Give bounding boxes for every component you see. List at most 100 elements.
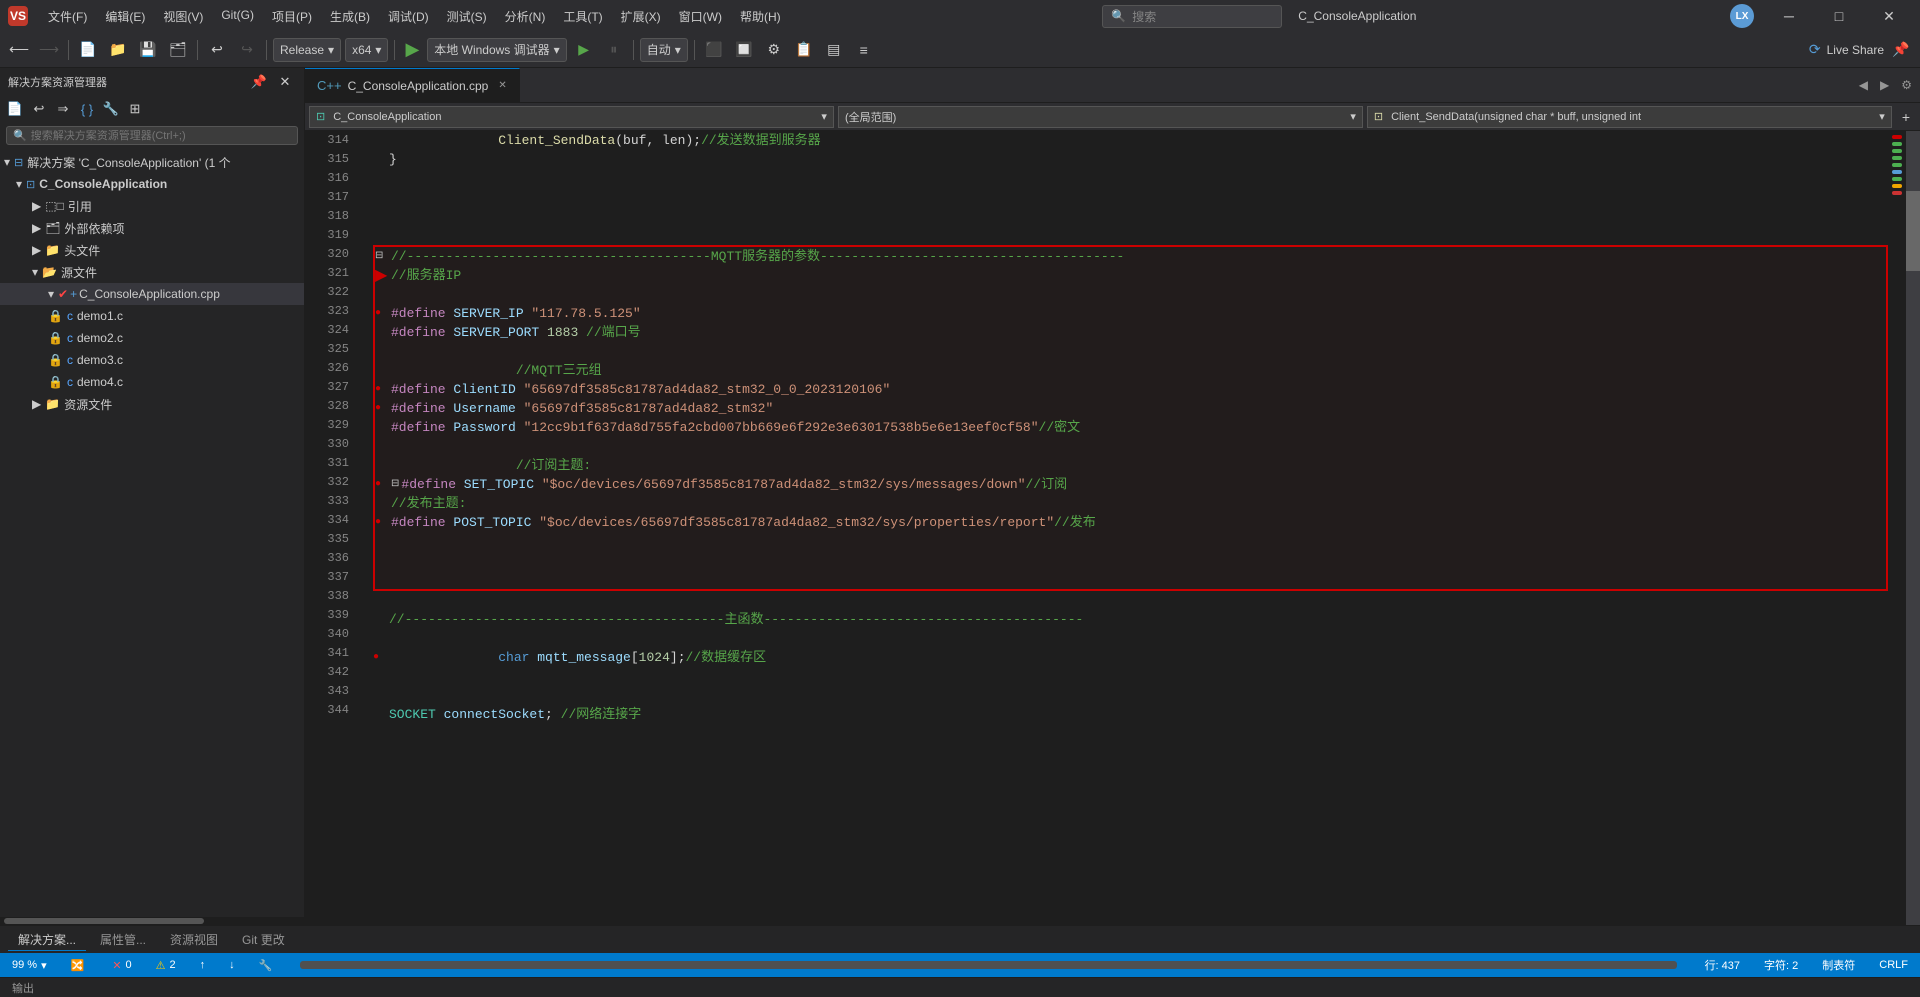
menu-edit[interactable]: 编辑(E) (97, 6, 153, 27)
bottom-tab-properties[interactable]: 属性管... (90, 929, 156, 950)
save-all-button[interactable]: 🗂 (165, 37, 191, 63)
menu-extensions[interactable]: 扩展(X) (613, 6, 669, 27)
tab-close-button[interactable]: ✕ (498, 80, 506, 91)
sidebar-search-box[interactable]: 🔍 (6, 126, 298, 145)
redo-button[interactable]: ↪ (234, 37, 260, 63)
run-target-dropdown[interactable]: 本地 Windows 调试器 ▾ (427, 38, 566, 62)
close-button[interactable]: ✕ (1866, 0, 1912, 32)
release-dropdown[interactable]: Release ▾ (273, 38, 341, 62)
auto-dropdown[interactable]: 自动 ▾ (640, 38, 688, 62)
status-tools[interactable]: 🔧 (255, 953, 277, 977)
minimize-button[interactable]: ─ (1766, 0, 1812, 32)
toolbar-extra-1[interactable]: ⬛ (701, 37, 727, 63)
sidebar-tb-4[interactable]: 🔧 (100, 98, 122, 120)
status-col[interactable]: 字符: 2 (1760, 953, 1802, 977)
arch-dropdown[interactable]: x64 ▾ (345, 38, 388, 62)
tree-item-external[interactable]: ▶ 🗂 外部依赖项 (0, 217, 304, 239)
sidebar-search-input[interactable] (31, 130, 231, 142)
menu-debug[interactable]: 调试(D) (380, 6, 437, 27)
bottom-tab-solution[interactable]: 解决方案... (8, 929, 86, 951)
tree-project[interactable]: ▾ ⊡ C_ConsoleApplication (0, 173, 304, 195)
tab-settings[interactable]: ⚙ (1897, 74, 1916, 96)
status-warnings[interactable]: ⚠ 2 (152, 953, 180, 977)
maximize-button[interactable]: □ (1816, 0, 1862, 32)
tree-item-demo1[interactable]: 🔒 c demo1.c (0, 305, 304, 327)
tree-item-ref[interactable]: ▶ ⬚□ 引用 (0, 195, 304, 217)
toolbar-extra-2[interactable]: 🔲 (731, 37, 757, 63)
user-avatar[interactable]: LX (1730, 4, 1754, 28)
toolbar-extra-6[interactable]: ≡ (851, 37, 877, 63)
menu-help[interactable]: 帮助(H) (732, 6, 789, 27)
status-encoding[interactable]: 制表符 (1818, 953, 1859, 977)
toolbar-extra-3[interactable]: ⚙ (761, 37, 787, 63)
tree-item-demo4[interactable]: 🔒 c demo4.c (0, 371, 304, 393)
collapse-332[interactable]: ⊟ (391, 475, 399, 494)
menu-tools[interactable]: 工具(T) (555, 6, 610, 27)
menu-git[interactable]: Git(G) (213, 6, 262, 27)
sidebar-tb-3[interactable]: ⇒ (52, 98, 74, 120)
bp-341[interactable]: ● (373, 648, 389, 667)
status-git[interactable]: 🔀 (67, 953, 93, 977)
tab-scroll-left[interactable]: ◀ (1855, 74, 1872, 96)
tree-item-demo3[interactable]: 🔒 c demo3.c (0, 349, 304, 371)
sidebar-tb-code[interactable]: { } (76, 98, 98, 120)
code-line-329: #define Password "12cc9b1f637da8d755fa2c… (375, 418, 1886, 437)
nav-add-button[interactable]: + (1896, 107, 1916, 127)
tree-item-source[interactable]: ▾ 📂 源文件 (0, 261, 304, 283)
collapse-arrow-320[interactable]: ⊟ (375, 247, 391, 266)
new-file-button[interactable]: 📄 (75, 37, 101, 63)
status-line-ending[interactable]: CRLF (1875, 953, 1912, 977)
forward-button[interactable]: ⟶ (36, 37, 62, 63)
sidebar-tb-1[interactable]: 📄 (4, 98, 26, 120)
tree-solution[interactable]: ▾ ⊟ 解决方案 'C_ConsoleApplication' (1 个 (0, 151, 304, 173)
tree-item-cpp[interactable]: ▾ ✔ + C_ConsoleApplication.cpp (0, 283, 304, 305)
menu-test[interactable]: 测试(S) (439, 6, 495, 27)
bottom-tab-resource[interactable]: 资源视图 (160, 929, 228, 950)
live-share[interactable]: ⟳ Live Share (1809, 41, 1884, 58)
tree-item-header[interactable]: ▶ 📁 头文件 (0, 239, 304, 261)
sidebar-pin-button[interactable]: 📌 (248, 71, 270, 93)
editor-scrollbar[interactable] (1906, 131, 1920, 925)
run-button[interactable]: ▶ (405, 39, 419, 60)
nav-class-dropdown[interactable]: ⊡ C_ConsoleApplication ▾ (309, 106, 834, 128)
bottom-tab-git[interactable]: Git 更改 (232, 929, 295, 950)
bp-327[interactable]: ● (375, 380, 391, 399)
save-button[interactable]: 💾 (135, 37, 161, 63)
status-row[interactable]: 行: 437 (1701, 953, 1744, 977)
bp-323[interactable]: ● (375, 304, 391, 323)
sidebar-scrollbar[interactable] (0, 917, 304, 925)
sidebar-tb-5[interactable]: ⊞ (124, 98, 146, 120)
tree-item-demo2[interactable]: 🔒 c demo2.c (0, 327, 304, 349)
menu-window[interactable]: 窗口(W) (671, 6, 730, 27)
menu-file[interactable]: 文件(F) (40, 6, 95, 27)
status-zoom[interactable]: 99 % ▾ (8, 953, 51, 977)
sidebar-collapse-button[interactable]: ✕ (274, 71, 296, 93)
menu-build[interactable]: 生成(B) (322, 6, 378, 27)
code-content[interactable]: Client_SendData(buf, len);//发送数据到服务器 } ⊟… (365, 131, 1888, 925)
pause-button[interactable]: ⏸ (601, 37, 627, 63)
nav-scope-dropdown[interactable]: (全局范围) ▾ (838, 106, 1363, 128)
bp-332[interactable]: ● (375, 475, 391, 494)
sidebar-tb-2[interactable]: ↩ (28, 98, 50, 120)
back-button[interactable]: ⟵ (6, 37, 32, 63)
editor-scrollbar-thumb[interactable] (1906, 191, 1920, 271)
toolbar-pin-button[interactable]: 📌 (1888, 37, 1914, 63)
run-secondary-button[interactable]: ▶ (571, 37, 597, 63)
menu-project[interactable]: 项目(P) (264, 6, 320, 27)
status-nav-up[interactable]: ↑ (196, 953, 210, 977)
toolbar-extra-5[interactable]: ▤ (821, 37, 847, 63)
menu-analyze[interactable]: 分析(N) (497, 6, 554, 27)
menu-view[interactable]: 视图(V) (155, 6, 211, 27)
bp-328[interactable]: ● (375, 399, 391, 418)
tab-scroll-right[interactable]: ▶ (1876, 74, 1893, 96)
toolbar-extra-4[interactable]: 📋 (791, 37, 817, 63)
title-bar-search[interactable]: 🔍 搜索 (1102, 5, 1282, 28)
tree-item-resource[interactable]: ▶ 📁 资源文件 (0, 393, 304, 415)
status-errors[interactable]: ✕ 0 (108, 953, 135, 977)
open-button[interactable]: 📁 (105, 37, 131, 63)
bp-334[interactable]: ● (375, 513, 391, 532)
undo-button[interactable]: ↩ (204, 37, 230, 63)
status-nav-down[interactable]: ↓ (225, 953, 239, 977)
tab-cpp[interactable]: C++ C_ConsoleApplication.cpp ✕ (305, 68, 520, 103)
nav-member-dropdown[interactable]: ⊡ Client_SendData(unsigned char * buff, … (1367, 106, 1892, 128)
